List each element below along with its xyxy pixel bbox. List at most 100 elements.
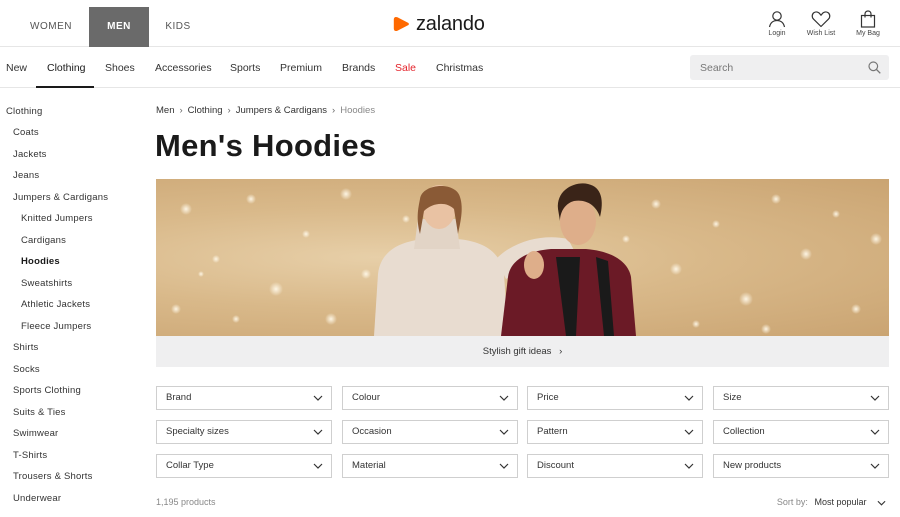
chevron-right-icon: ›: [179, 105, 183, 116]
sidebar-item-knitted-jumpers[interactable]: Knitted Jumpers: [21, 213, 93, 224]
filter-collection[interactable]: Collection: [713, 420, 889, 444]
chevron-down-icon: [313, 395, 323, 401]
gender-tab-women[interactable]: WOMEN: [15, 7, 87, 47]
cat-sports[interactable]: Sports: [230, 62, 260, 74]
filter-new-products[interactable]: New products: [713, 454, 889, 478]
sidebar-item-clothing[interactable]: Clothing: [6, 106, 42, 117]
cat-accessories[interactable]: Accessories: [155, 62, 212, 74]
cat-shoes[interactable]: Shoes: [105, 62, 135, 74]
login-label: Login: [768, 30, 786, 37]
filter-brand[interactable]: Brand: [156, 386, 332, 410]
sort-value: Most popular: [814, 497, 867, 507]
sort-dropdown[interactable]: Sort by: Most popular: [777, 497, 886, 507]
active-category-underline: [36, 86, 94, 88]
sidebar-item-socks[interactable]: Socks: [13, 364, 40, 375]
sidebar-item-hoodies[interactable]: Hoodies: [21, 256, 60, 267]
chevron-down-icon: [684, 463, 694, 469]
chevron-down-icon: [499, 395, 509, 401]
chevron-down-icon: [684, 395, 694, 401]
breadcrumb-jumpers-cardigans[interactable]: Jumpers & Cardigans: [236, 105, 327, 116]
filter-material[interactable]: Material: [342, 454, 518, 478]
filter-colour[interactable]: Colour: [342, 386, 518, 410]
search-icon[interactable]: [868, 61, 881, 74]
cat-christmas[interactable]: Christmas: [436, 62, 483, 74]
breadcrumb-clothing[interactable]: Clothing: [188, 105, 223, 116]
sidebar-item-shirts[interactable]: Shirts: [13, 342, 38, 353]
chevron-down-icon: [870, 429, 880, 435]
filter-label: Brand: [166, 392, 192, 403]
cat-brands[interactable]: Brands: [342, 62, 375, 74]
filter-label: Collar Type: [166, 460, 214, 471]
filter-label: Specialty sizes: [166, 426, 229, 437]
model-right: [501, 183, 636, 336]
heart-icon: [811, 11, 831, 28]
filter-label: New products: [723, 460, 782, 471]
gender-tab-kids[interactable]: KIDS: [151, 7, 205, 47]
filter-label: Discount: [537, 460, 574, 471]
filter-pattern[interactable]: Pattern: [527, 420, 703, 444]
filter-label: Colour: [352, 392, 380, 403]
sidebar-item-trousers-shorts[interactable]: Trousers & Shorts: [13, 471, 93, 482]
cat-new[interactable]: New: [6, 62, 27, 74]
product-count: 1,195 products: [156, 497, 216, 507]
top-bar: WOMEN MEN KIDS zalando Login Wish List M…: [0, 0, 900, 47]
chevron-down-icon: [870, 395, 880, 401]
chevron-down-icon: [313, 429, 323, 435]
filter-size[interactable]: Size: [713, 386, 889, 410]
gift-ideas-link[interactable]: Stylish gift ideas ›: [156, 336, 889, 367]
wishlist-button[interactable]: Wish List: [799, 10, 843, 37]
filter-label: Occasion: [352, 426, 392, 437]
filter-collar-type[interactable]: Collar Type: [156, 454, 332, 478]
bag-icon: [860, 10, 876, 28]
breadcrumb-men[interactable]: Men: [156, 105, 174, 116]
cat-premium[interactable]: Premium: [280, 62, 322, 74]
sidebar-item-cardigans[interactable]: Cardigans: [21, 235, 66, 246]
sidebar-item-coats[interactable]: Coats: [13, 127, 39, 138]
chevron-right-icon: ›: [332, 105, 336, 116]
bag-label: My Bag: [856, 30, 880, 37]
chevron-down-icon: [684, 429, 694, 435]
chevron-down-icon: [877, 500, 886, 506]
filter-label: Collection: [723, 426, 765, 437]
cat-clothing[interactable]: Clothing: [47, 62, 86, 74]
sidebar-item-t-shirts[interactable]: T-Shirts: [13, 450, 47, 461]
logo-text: zalando: [416, 12, 485, 35]
filter-label: Material: [352, 460, 386, 471]
sidebar-item-underwear[interactable]: Underwear: [13, 493, 61, 504]
gender-tab-men[interactable]: MEN: [89, 7, 149, 47]
zalando-logo-icon: [393, 17, 409, 31]
sidebar-item-suits-ties[interactable]: Suits & Ties: [13, 407, 66, 418]
sidebar-item-jackets[interactable]: Jackets: [13, 149, 47, 160]
search-input[interactable]: [690, 55, 860, 80]
filter-occasion[interactable]: Occasion: [342, 420, 518, 444]
wishlist-label: Wish List: [806, 30, 836, 37]
filter-label: Price: [537, 392, 559, 403]
hero-image: [171, 183, 882, 336]
breadcrumb: Men › Clothing › Jumpers & Cardigans › Hoodies: [156, 105, 375, 116]
person-icon: [768, 11, 786, 28]
search-box: [690, 55, 889, 80]
hero-banner[interactable]: [156, 179, 889, 336]
filter-label: Size: [723, 392, 742, 403]
sidebar-item-athletic-jackets[interactable]: Athletic Jackets: [21, 299, 90, 310]
filter-discount[interactable]: Discount: [527, 454, 703, 478]
sidebar-item-jumpers-cardigans[interactable]: Jumpers & Cardigans: [13, 192, 108, 203]
sidebar-item-sweatshirts[interactable]: Sweatshirts: [21, 278, 72, 289]
filter-price[interactable]: Price: [527, 386, 703, 410]
bag-button[interactable]: My Bag: [846, 10, 890, 37]
chevron-right-icon: ›: [227, 105, 231, 116]
login-button[interactable]: Login: [755, 10, 799, 37]
zalando-logo[interactable]: zalando: [392, 12, 485, 36]
sidebar-item-jeans[interactable]: Jeans: [13, 170, 39, 181]
chevron-down-icon: [313, 463, 323, 469]
chevron-down-icon: [499, 429, 509, 435]
filter-specialty-sizes[interactable]: Specialty sizes: [156, 420, 332, 444]
breadcrumb-current: Hoodies: [340, 105, 376, 116]
gift-ideas-label: Stylish gift ideas: [482, 346, 552, 357]
sidebar-item-sports-clothing[interactable]: Sports Clothing: [13, 385, 81, 396]
cat-sale[interactable]: Sale: [395, 62, 416, 74]
sidebar-item-swimwear[interactable]: Swimwear: [13, 428, 58, 439]
chevron-down-icon: [499, 463, 509, 469]
chevron-down-icon: [870, 463, 880, 469]
sidebar-item-fleece-jumpers[interactable]: Fleece Jumpers: [21, 321, 91, 332]
